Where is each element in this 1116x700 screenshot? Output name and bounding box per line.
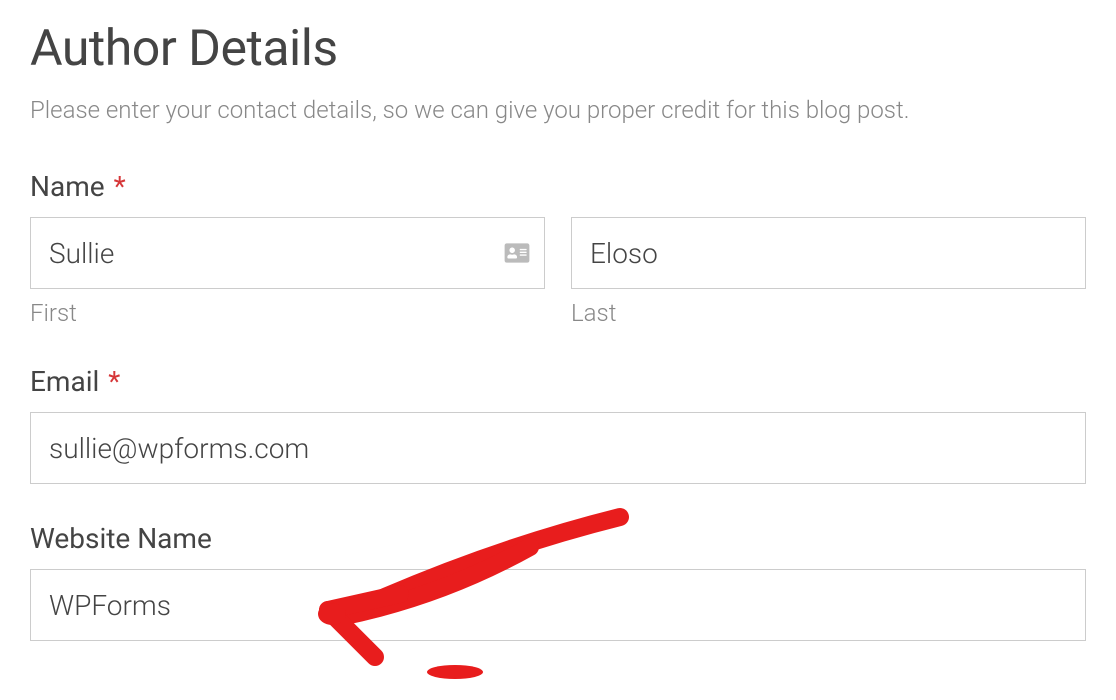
name-label-text: Name <box>30 170 105 203</box>
required-mark: * <box>108 365 120 398</box>
email-input[interactable] <box>30 412 1086 484</box>
last-name-column: Last <box>571 217 1086 327</box>
website-label: Website Name <box>30 522 1086 555</box>
email-label-text: Email <box>30 365 99 398</box>
first-name-column: First <box>30 217 545 327</box>
website-field-group: Website Name <box>30 522 1086 641</box>
name-row: First Last <box>30 217 1086 327</box>
first-name-input-wrap <box>30 217 545 289</box>
first-name-input[interactable] <box>30 217 545 289</box>
first-name-sublabel: First <box>30 299 545 327</box>
website-input[interactable] <box>30 569 1086 641</box>
form-heading: Author Details <box>30 20 1086 78</box>
name-label: Name * <box>30 170 1086 203</box>
email-label: Email * <box>30 365 1086 398</box>
name-field-group: Name * First Last <box>30 170 1086 327</box>
form-description: Please enter your contact details, so we… <box>30 96 1086 124</box>
email-field-group: Email * <box>30 365 1086 484</box>
required-mark: * <box>114 170 126 203</box>
last-name-input[interactable] <box>571 217 1086 289</box>
last-name-sublabel: Last <box>571 299 1086 327</box>
